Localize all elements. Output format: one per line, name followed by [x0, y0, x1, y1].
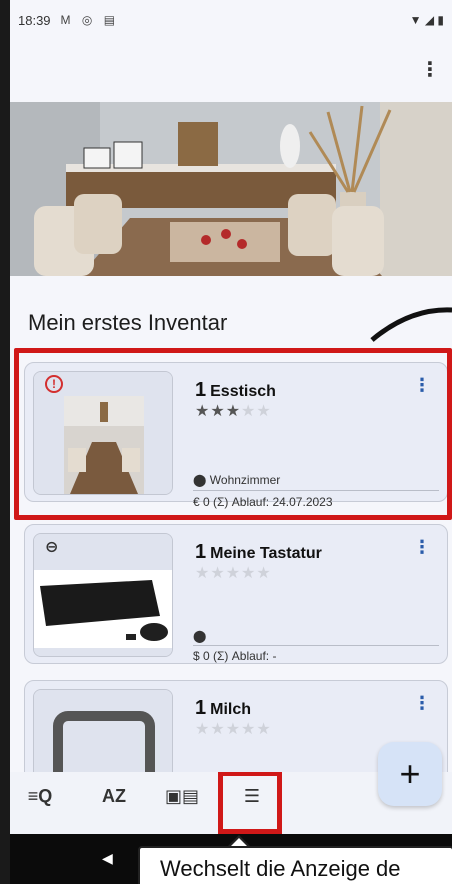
status-bar: 18:39 M ◎ ▤ ▼ ◢ ▮	[10, 0, 452, 40]
system-icons: ▼ ◢ ▮	[410, 13, 444, 27]
star-icon: ★	[195, 721, 211, 738]
star-icon: ★	[256, 565, 272, 582]
notification-icons: M ◎ ▤	[61, 13, 120, 27]
tutorial-highlight-button	[218, 772, 282, 834]
star-icon: ★	[256, 721, 272, 738]
tutorial-tooltip: Wechselt die Anzeige de	[138, 846, 452, 884]
add-item-button[interactable]: +	[378, 742, 442, 806]
living-room-photo	[10, 102, 452, 276]
item-location: ⬤	[193, 629, 206, 643]
tutorial-highlight-card	[14, 348, 452, 520]
item-meta: $ 0 (Σ) Ablauf: -	[193, 649, 277, 663]
swoosh-decoration	[370, 307, 452, 342]
alert-circle-icon: ◎	[81, 13, 97, 27]
status-time: 18:39	[18, 12, 51, 28]
calendar-icon: ▤	[103, 13, 120, 27]
signal-icon: ◢	[424, 13, 435, 27]
gmail-icon: M	[60, 13, 75, 27]
sort-az-icon[interactable]: AZ	[94, 786, 134, 807]
star-icon: ★	[225, 721, 242, 738]
inventory-cover-image	[10, 102, 452, 276]
star-icon: ★	[241, 721, 257, 738]
tooltip-text: Wechselt die Anzeige de	[160, 856, 401, 881]
star-icon: ★	[210, 565, 226, 582]
app-bar: ⋮	[10, 40, 452, 102]
battery-icon: ▮	[437, 13, 444, 27]
item-title: 1 Meine Tastatur	[195, 541, 322, 564]
item-count: 1	[195, 541, 207, 563]
more-vert-icon[interactable]: ⋮	[418, 58, 442, 82]
star-icon: ★	[241, 565, 257, 582]
link-icon: ⊖	[45, 539, 59, 556]
item-count: 1	[195, 697, 207, 719]
item-rating: ★★★★★	[195, 719, 272, 739]
item-name: Milch	[210, 701, 252, 718]
item-menu-icon[interactable]: ⋮	[413, 537, 431, 558]
wifi-icon: ▼	[409, 13, 422, 27]
item-card[interactable]: ⊖ 1 Meine Tastatur ★★★★★ ⋮ ⬤ $ 0 (Σ) Abla…	[24, 524, 448, 664]
divider	[193, 645, 439, 646]
phone-screen: 18:39 M ◎ ▤ ▼ ◢ ▮ ⋮ Mein erstes Inventar…	[10, 0, 452, 884]
location-pin-icon: ⬤	[193, 629, 207, 643]
inventory-title: Mein erstes Inventar	[28, 310, 228, 335]
star-icon: ★	[210, 721, 226, 738]
item-menu-icon[interactable]: ⋮	[413, 693, 431, 714]
item-title: 1 Milch	[195, 697, 251, 720]
filter-search-icon[interactable]: ≡Q	[20, 786, 60, 807]
star-icon: ★	[225, 565, 242, 582]
star-icon: ★	[195, 565, 211, 582]
item-name: Meine Tastatur	[210, 545, 322, 562]
view-gallery-icon[interactable]: ▣▤	[162, 786, 202, 807]
back-icon[interactable]: ◀	[102, 850, 113, 867]
item-rating: ★★★★★	[195, 563, 272, 583]
